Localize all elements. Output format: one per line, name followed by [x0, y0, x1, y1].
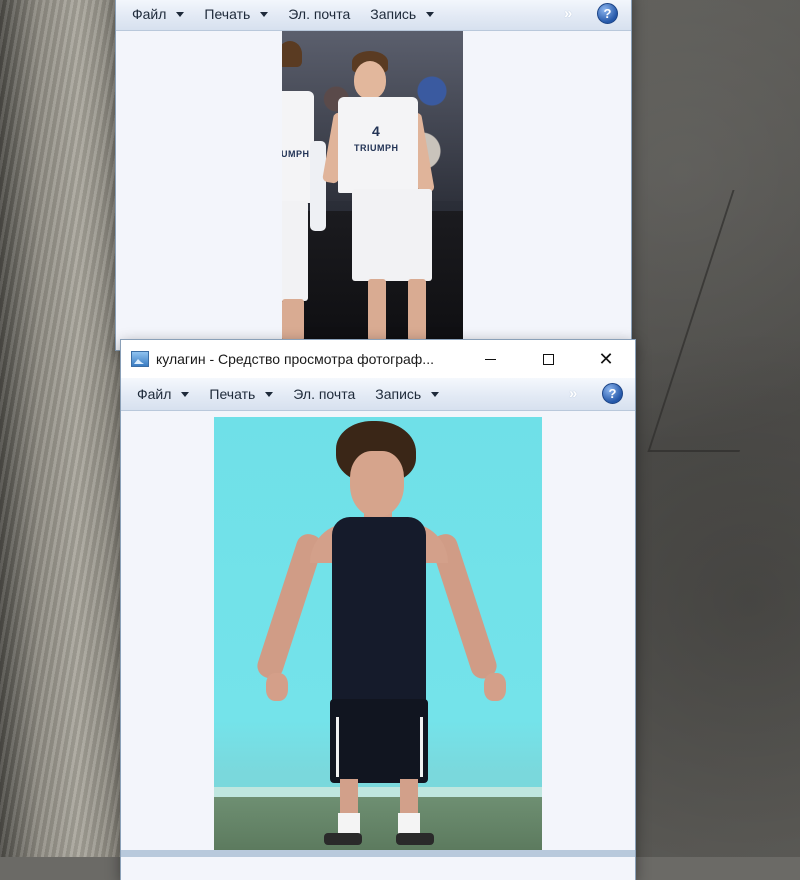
title-bar[interactable]: кулагин - Средство просмотра фотограф...…: [121, 340, 635, 378]
person-hand-left: [266, 673, 288, 701]
person-shoe-right: [396, 833, 434, 845]
photo-viewer-window-back[interactable]: Файл Печать Эл. почта Запись » ? IUMPH: [116, 0, 631, 350]
window-bottom-toolbar-edge: [121, 850, 635, 857]
menu-email-label: Эл. почта: [288, 6, 351, 22]
person-shorts-stripe-right: [420, 717, 423, 777]
help-icon[interactable]: ?: [602, 383, 623, 404]
window-controls: ✕: [461, 340, 635, 378]
menu-email[interactable]: Эл. почта: [293, 386, 355, 402]
menu-email[interactable]: Эл. почта: [288, 6, 350, 22]
minimize-icon: [484, 358, 496, 360]
menubar: Файл Печать Эл. почта Запись » ?: [116, 0, 631, 31]
person-hand-right: [484, 673, 506, 701]
maximize-button[interactable]: [519, 340, 577, 378]
chevron-down-icon[interactable]: [265, 391, 274, 397]
menu-print[interactable]: Печать: [209, 386, 274, 402]
player-main-head: [354, 61, 386, 99]
photo-basketball-players: IUMPH 4 TRIUMPH: [282, 31, 463, 341]
photo-floor: [214, 797, 542, 851]
person-shorts-stripe-left: [336, 717, 339, 777]
window-title: кулагин - Средство просмотра фотограф...: [156, 351, 434, 367]
maximize-icon: [542, 353, 554, 365]
menu-burn[interactable]: Запись: [375, 386, 440, 402]
close-button[interactable]: ✕: [577, 340, 635, 378]
wallpaper-rock-left: [0, 0, 130, 857]
chevron-down-icon[interactable]: [176, 11, 185, 17]
close-icon: ✕: [598, 348, 614, 369]
player-left-jersey-text: IUMPH: [282, 149, 310, 159]
photo-viewport: IUMPH 4 TRIUMPH: [116, 31, 631, 350]
player-main-jersey-number: 4: [372, 123, 380, 139]
player-left-shorts: [282, 201, 308, 301]
help-icon[interactable]: ?: [597, 3, 618, 24]
menu-print[interactable]: Печать: [204, 6, 269, 22]
player-main-jersey-text: TRIUMPH: [354, 143, 399, 153]
person-face: [350, 451, 404, 517]
menu-burn-label: Запись: [375, 386, 422, 402]
person-shoe-left: [324, 833, 362, 845]
person-sock-right: [398, 813, 420, 835]
menu-email-label: Эл. почта: [293, 386, 356, 402]
more-commands-icon[interactable]: »: [569, 385, 577, 402]
menu-burn-label: Запись: [370, 6, 417, 22]
photo-viewer-app-icon: [131, 351, 149, 367]
player-left-arm: [310, 141, 326, 231]
menu-file[interactable]: Файл: [132, 6, 185, 22]
player-main-leg-left: [368, 279, 386, 341]
player-left-hair: [282, 41, 302, 67]
minimize-button[interactable]: [461, 340, 519, 378]
chevron-down-icon[interactable]: [426, 11, 435, 17]
chevron-down-icon[interactable]: [181, 391, 190, 397]
menu-print-label: Печать: [209, 386, 256, 402]
menu-file[interactable]: Файл: [137, 386, 190, 402]
more-commands-icon[interactable]: »: [564, 5, 572, 22]
menubar: Файл Печать Эл. почта Запись » ?: [121, 378, 635, 411]
photo-viewer-window-front[interactable]: кулагин - Средство просмотра фотограф...…: [121, 340, 635, 880]
player-main-shorts: [352, 189, 432, 281]
menu-print-label: Печать: [204, 6, 251, 22]
player-left-leg: [282, 299, 304, 341]
menu-file-label: Файл: [137, 386, 172, 402]
menu-file-label: Файл: [132, 6, 167, 22]
chevron-down-icon[interactable]: [431, 391, 440, 397]
menu-burn[interactable]: Запись: [370, 6, 435, 22]
photo-person: [214, 417, 542, 851]
photo-viewport: [121, 411, 635, 880]
person-tank-top: [332, 517, 426, 705]
person-sock-left: [338, 813, 360, 835]
chevron-down-icon[interactable]: [260, 11, 269, 17]
player-main-leg-right: [408, 279, 426, 341]
person-shorts: [330, 699, 428, 783]
